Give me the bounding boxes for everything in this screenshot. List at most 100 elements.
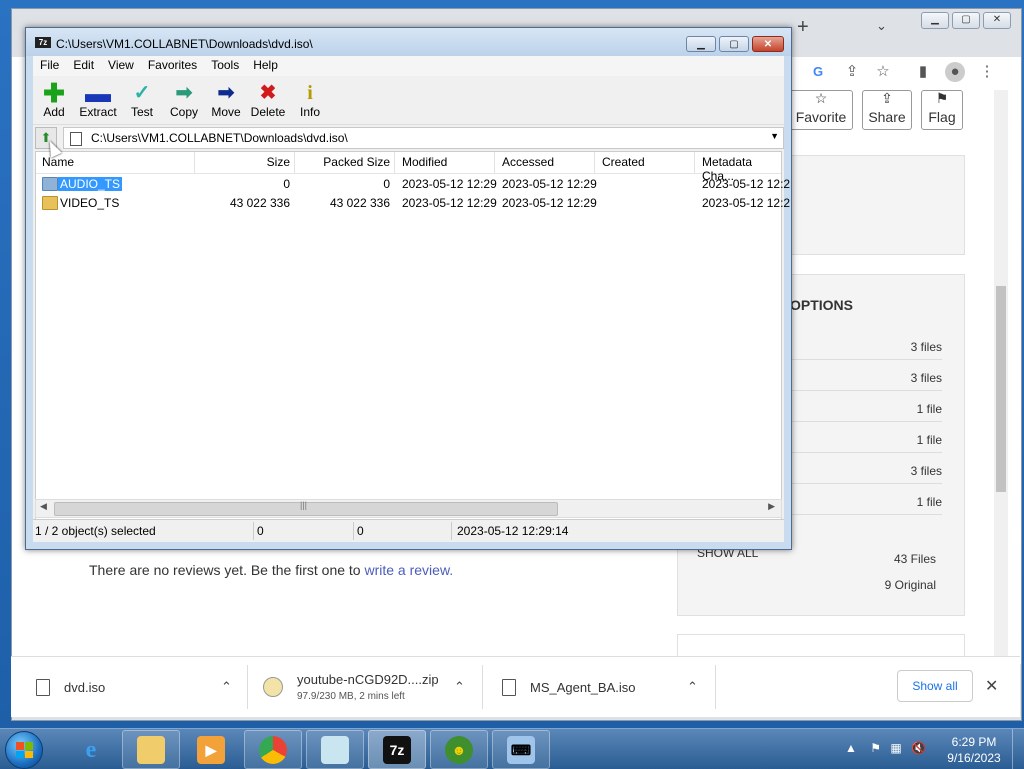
minimize-button[interactable]: ▁: [921, 12, 949, 29]
favorite-button[interactable]: ☆ Favorite: [789, 90, 853, 130]
windows-logo-icon: [16, 742, 33, 758]
info-button[interactable]: i Info: [289, 76, 331, 124]
option-row[interactable]: 3 files: [790, 330, 942, 360]
option-row[interactable]: 1 file: [790, 485, 942, 515]
taskbar-chrome[interactable]: [244, 730, 302, 769]
file-accessed: 2023-05-12 12:29: [502, 196, 597, 210]
taskbar-7zip[interactable]: 7z: [368, 730, 426, 769]
file-icon: [502, 678, 516, 696]
maximize-button[interactable]: ▢: [952, 12, 980, 29]
delete-button[interactable]: ✖ Delete: [247, 76, 289, 124]
taskbar-keyboard[interactable]: ⌨: [492, 730, 550, 769]
taskbar-media[interactable]: ▶: [182, 730, 240, 769]
scrollbar-thumb[interactable]: [996, 286, 1006, 492]
taskbar-ie[interactable]: e: [62, 730, 120, 769]
menu-help[interactable]: Help: [246, 56, 285, 76]
table-row[interactable]: AUDIO_TS 0 0 2023-05-12 12:29 2023-05-12…: [36, 174, 790, 193]
divider: [247, 665, 248, 709]
file-metadata: 2023-05-12 12:2: [702, 196, 791, 210]
status-selection: 1 / 2 object(s) selected: [35, 524, 156, 538]
folder-icon: [42, 177, 58, 191]
chevron-up-icon[interactable]: ⌃: [221, 679, 232, 695]
close-button[interactable]: ✕: [983, 12, 1011, 29]
media-player-icon: ▶: [197, 736, 225, 764]
close-icon[interactable]: ✕: [985, 676, 998, 696]
column-header-accessed[interactable]: Accessed: [502, 155, 554, 169]
option-row[interactable]: 3 files: [790, 454, 942, 484]
tab-search-chevron-icon[interactable]: ⌄: [876, 18, 887, 34]
volume-icon[interactable]: 🔇: [911, 741, 926, 755]
flag-icon: ⚑: [935, 90, 949, 106]
menu-bar: File Edit View Favorites Tools Help: [33, 56, 784, 76]
column-header-created[interactable]: Created: [602, 155, 645, 169]
chevron-down-icon[interactable]: ▼: [770, 131, 779, 141]
option-row[interactable]: 1 file: [790, 423, 942, 453]
scroll-right-icon[interactable]: ▶: [768, 501, 775, 512]
column-header-size[interactable]: Size: [196, 155, 290, 169]
table-row[interactable]: VIDEO_TS 43 022 336 43 022 336 2023-05-1…: [36, 193, 790, 212]
toolbar-label: Copy: [169, 105, 198, 119]
option-row[interactable]: 3 files: [790, 361, 942, 391]
show-hidden-icons-icon[interactable]: ▲: [845, 741, 857, 755]
maximize-button[interactable]: ▢: [719, 36, 749, 52]
chevron-up-icon[interactable]: ⌃: [454, 679, 465, 695]
taskbar-notepad[interactable]: [306, 730, 364, 769]
toolbar-label: Delete: [250, 105, 286, 119]
new-tab-icon[interactable]: +: [797, 16, 809, 39]
show-all-downloads-button[interactable]: Show all: [897, 670, 973, 702]
path-field[interactable]: C:\Users\VM1.COLLABNET\Downloads\dvd.iso…: [63, 127, 784, 149]
download-item[interactable]: MS_Agent_BA.iso: [502, 657, 636, 717]
flag-button[interactable]: ⚑ Flag: [921, 90, 963, 130]
add-button[interactable]: ✚ Add: [33, 76, 75, 124]
option-row[interactable]: 1 file: [790, 392, 942, 422]
folder-icon: [137, 736, 165, 764]
copy-button[interactable]: ➡ Copy: [163, 76, 205, 124]
review-message: There are no reviews yet. Be the first o…: [89, 562, 453, 578]
divider: [494, 152, 495, 173]
file-list: Name Size Packed Size Modified Accessed …: [35, 151, 790, 536]
taskbar-agent[interactable]: ☻: [430, 730, 488, 769]
clock[interactable]: 6:29 PM 9/16/2023: [945, 734, 1003, 766]
column-header-packed-size[interactable]: Packed Size: [296, 155, 390, 169]
arrow-right-icon: ➡: [175, 82, 193, 104]
menu-kebab-icon[interactable]: ⋮: [977, 62, 997, 82]
original-count: 9 Original: [884, 578, 936, 592]
test-button[interactable]: ✓ Test: [121, 76, 163, 124]
minimize-button[interactable]: ▁: [686, 36, 716, 52]
show-desktop-button[interactable]: [1012, 729, 1024, 769]
divider: [353, 522, 354, 540]
column-header-name[interactable]: Name: [42, 155, 74, 169]
share-page-icon[interactable]: ⇪: [842, 62, 862, 82]
title-bar[interactable]: 7z C:\Users\VM1.COLLABNET\Downloads\dvd.…: [26, 28, 791, 56]
file-modified: 2023-05-12 12:29: [402, 196, 497, 210]
write-review-link[interactable]: write a review.: [364, 562, 453, 578]
chevron-up-icon[interactable]: ⌃: [687, 679, 698, 695]
column-header-modified[interactable]: Modified: [402, 155, 447, 169]
menu-view[interactable]: View: [101, 56, 141, 76]
scroll-left-icon[interactable]: ◀: [40, 501, 47, 512]
action-center-icon[interactable]: ⚑: [870, 741, 881, 755]
toolbar-label: Test: [130, 105, 153, 119]
download-item[interactable]: dvd.iso: [36, 657, 105, 717]
menu-tools[interactable]: Tools: [204, 56, 246, 76]
internet-explorer-icon: e: [85, 737, 97, 763]
extract-button[interactable]: ▬ Extract: [75, 76, 121, 124]
menu-edit[interactable]: Edit: [66, 56, 101, 76]
share-button[interactable]: ⇪ Share: [862, 90, 912, 130]
google-lens-icon[interactable]: G: [808, 62, 828, 82]
move-button[interactable]: ➡ Move: [205, 76, 247, 124]
network-icon[interactable]: ▦: [890, 741, 901, 755]
page-scrollbar[interactable]: [994, 90, 1008, 656]
close-button[interactable]: ✕: [752, 36, 784, 52]
info-icon: i: [307, 82, 313, 104]
menu-file[interactable]: File: [33, 56, 66, 76]
bookmark-star-icon[interactable]: ☆: [873, 62, 893, 82]
profile-icon[interactable]: ●: [945, 62, 965, 82]
arrow-right-icon: ➡: [217, 82, 235, 104]
start-button[interactable]: [5, 731, 43, 769]
taskbar-explorer[interactable]: [122, 730, 180, 769]
download-item[interactable]: youtube-nCGD92D....zip 97.9/230 MB, 2 mi…: [263, 657, 439, 717]
side-panel-icon[interactable]: ▮: [913, 62, 933, 82]
menu-favorites[interactable]: Favorites: [141, 56, 204, 76]
horizontal-scrollbar[interactable]: ◀ ||| ▶: [35, 499, 782, 518]
